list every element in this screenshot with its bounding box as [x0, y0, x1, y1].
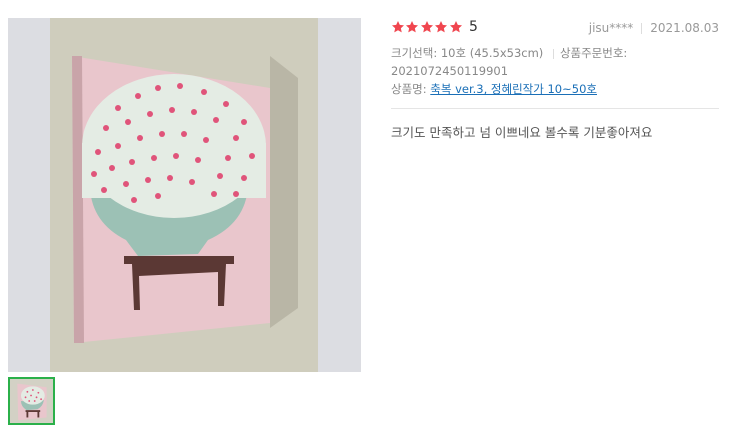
- review-meta: jisu**** 2021.08.03: [589, 21, 719, 35]
- review-photo[interactable]: [8, 18, 361, 372]
- order-number: 2021072450119901: [391, 64, 509, 78]
- star-rating: [391, 20, 463, 36]
- thumbnail-image: [10, 379, 53, 423]
- star-icon: [435, 21, 448, 33]
- review-author: jisu****: [588, 21, 634, 35]
- photo-thumbnail[interactable]: [8, 377, 55, 425]
- star-icon: [449, 21, 462, 33]
- rating-row: 5 jisu**** 2021.08.03: [391, 18, 719, 40]
- star-icon: [406, 21, 419, 33]
- star-icon: [420, 21, 433, 33]
- purchase-options: 크기선택: 10호 (45.5x53cm) 상품주문번호: 2021072450…: [391, 44, 719, 80]
- option-divider: [552, 48, 554, 59]
- section-divider: [391, 108, 719, 109]
- review-info: 5 jisu**** 2021.08.03 크기선택: 10호 (45.5x53…: [391, 18, 719, 141]
- review-date: 2021.08.03: [650, 21, 719, 35]
- product-name-link[interactable]: 축복 ver.3, 정혜린작가 10~50호: [430, 82, 597, 96]
- size-label: 크기선택:: [391, 46, 438, 60]
- order-number-label: 상품주문번호:: [559, 46, 628, 60]
- review-text: 크기도 만족하고 넘 이쁘네요 볼수록 기분좋아져요: [391, 125, 653, 140]
- rating-score: 5: [469, 19, 478, 35]
- star-icon: [391, 21, 405, 33]
- meta-divider: [641, 22, 643, 34]
- size-value: 10호 (45.5x53cm): [440, 46, 544, 60]
- product-info: 상품명: 축복 ver.3, 정혜린작가 10~50호: [391, 80, 719, 98]
- painting-image: [8, 18, 361, 372]
- product-label: 상품명:: [391, 82, 427, 96]
